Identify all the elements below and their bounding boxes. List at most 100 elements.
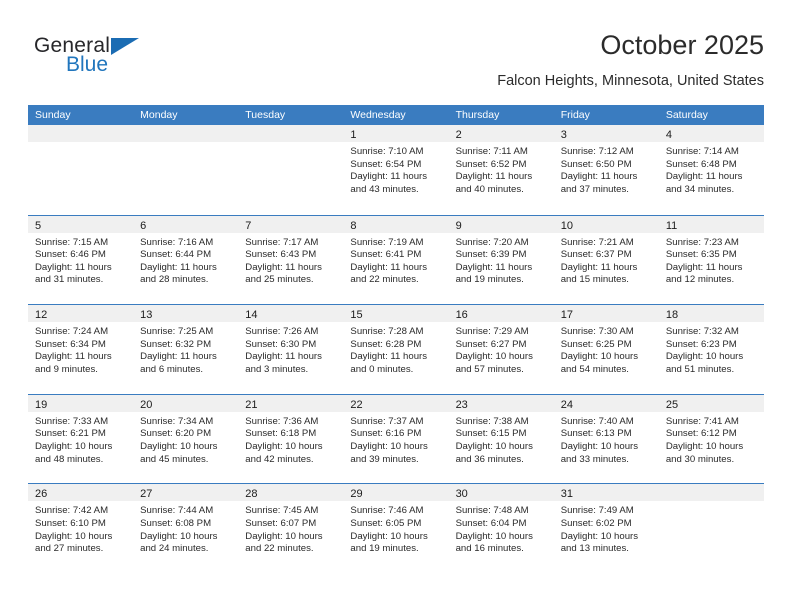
sunrise-text: Sunrise: 7:49 AM	[560, 505, 634, 517]
general-blue-logo[interactable]: General Blue	[34, 34, 174, 84]
daylight-text-line2: and 3 minutes.	[245, 363, 309, 375]
day-cell[interactable]: 3 Sunrise: 7:12 AM Sunset: 6:50 PM Daylight…	[553, 125, 659, 215]
day-info: Sunrise: 7:15 AM Sunset: 6:46 PM Daylight:…	[28, 233, 133, 287]
day-number-band: 6	[133, 215, 239, 233]
daylight-text-line2: and 34 minutes.	[665, 183, 735, 195]
day-cell[interactable]: 1 Sunrise: 7:10 AM Sunset: 6:54 PM Daylight…	[343, 125, 449, 215]
sunset-text: Sunset: 6:34 PM	[35, 338, 106, 350]
daylight-text-line1: Daylight: 11 hours	[245, 261, 322, 273]
day-cell[interactable]: 21 Sunrise: 7:36 AM Sunset: 6:18 PM Dayligh…	[238, 394, 344, 484]
day-number-band: 21	[238, 394, 344, 412]
sunrise-text: Sunrise: 7:41 AM	[665, 415, 739, 427]
day-cell[interactable]: 26 Sunrise: 7:42 AM Sunset: 6:10 PM Dayligh…	[28, 484, 134, 573]
day-cell[interactable]: 30 Sunrise: 7:48 AM Sunset: 6:04 PM Dayligh…	[448, 484, 554, 573]
day-info: Sunrise: 7:28 AM Sunset: 6:28 PM Daylight:…	[343, 322, 448, 376]
day-cell[interactable]: 19 Sunrise: 7:33 AM Sunset: 6:21 PM Dayligh…	[28, 394, 134, 484]
day-cell[interactable]: 9 Sunrise: 7:20 AM Sunset: 6:39 PM Daylight…	[448, 215, 554, 305]
day-cell[interactable]: 29 Sunrise: 7:46 AM Sunset: 6:05 PM Dayligh…	[343, 484, 449, 573]
day-number: 7	[245, 219, 252, 232]
day-info: Sunrise: 7:36 AM Sunset: 6:18 PM Daylight:…	[238, 412, 343, 466]
day-cell[interactable]: 8 Sunrise: 7:19 AM Sunset: 6:41 PM Daylight…	[343, 215, 449, 305]
sunset-text: Sunset: 6:23 PM	[665, 338, 737, 350]
sunset-text: Sunset: 6:50 PM	[560, 158, 632, 170]
day-cell[interactable]: 18 Sunrise: 7:32 AM Sunset: 6:23 PM Dayligh…	[658, 305, 764, 394]
day-info: Sunrise: 7:38 AM Sunset: 6:15 PM Daylight:…	[449, 412, 554, 466]
daylight-text-line2: and 45 minutes.	[140, 453, 209, 465]
day-number-band: 4	[658, 125, 764, 142]
daylight-text-line1: Daylight: 10 hours	[35, 530, 113, 542]
daylight-text-line2: and 25 minutes.	[245, 274, 314, 286]
daylight-text-line2: and 31 minutes.	[35, 274, 104, 286]
day-cell[interactable]: 16 Sunrise: 7:29 AM Sunset: 6:27 PM Dayligh…	[448, 305, 554, 394]
daylight-text-line1: Daylight: 10 hours	[455, 440, 533, 452]
day-number-band: 26	[28, 484, 134, 502]
sunset-text: Sunset: 6:15 PM	[455, 428, 527, 440]
day-info: Sunrise: 7:48 AM Sunset: 6:04 PM Daylight:…	[449, 501, 554, 555]
day-info: Sunrise: 7:42 AM Sunset: 6:10 PM Daylight:…	[28, 501, 133, 555]
day-number: 4	[665, 129, 672, 141]
day-cell[interactable]: 17 Sunrise: 7:30 AM Sunset: 6:25 PM Dayligh…	[553, 305, 659, 394]
daylight-text-line1: Daylight: 11 hours	[350, 351, 428, 363]
daylight-text-line1: Daylight: 11 hours	[140, 261, 217, 273]
day-cell[interactable]: 20 Sunrise: 7:34 AM Sunset: 6:20 PM Dayligh…	[133, 394, 239, 484]
title-block: October 2025 Falcon Heights, Minnesota, …	[497, 28, 764, 91]
day-number: 5	[35, 219, 42, 232]
day-cell[interactable]: 14 Sunrise: 7:26 AM Sunset: 6:30 PM Dayligh…	[238, 305, 344, 394]
day-cell[interactable]: 7 Sunrise: 7:17 AM Sunset: 6:43 PM Daylight…	[238, 215, 344, 305]
daylight-text-line2: and 57 minutes.	[455, 363, 524, 375]
day-info: Sunrise: 7:40 AM Sunset: 6:13 PM Daylight:…	[554, 412, 659, 466]
day-info: Sunrise: 7:11 AM Sunset: 6:52 PM Daylight:…	[449, 142, 554, 196]
day-cell[interactable]: 5 Sunrise: 7:15 AM Sunset: 6:46 PM Daylight…	[28, 215, 134, 305]
calendar-weeks: 1 Sunrise: 7:10 AM Sunset: 6:54 PM Daylight…	[28, 125, 764, 573]
sunset-text: Sunset: 6:21 PM	[35, 428, 106, 440]
day-cell[interactable]: 13 Sunrise: 7:25 AM Sunset: 6:32 PM Dayligh…	[133, 305, 239, 394]
daylight-text-line1: Daylight: 10 hours	[560, 351, 639, 363]
day-info: Sunrise: 7:26 AM Sunset: 6:30 PM Daylight:…	[238, 322, 343, 376]
calendar-week-row: 26 Sunrise: 7:42 AM Sunset: 6:10 PM Dayligh…	[28, 483, 764, 573]
daylight-text-line1: Daylight: 10 hours	[140, 440, 218, 452]
day-number: 29	[350, 488, 363, 501]
day-number-band: 20	[133, 394, 239, 412]
day-cell[interactable]: 25 Sunrise: 7:41 AM Sunset: 6:12 PM Dayligh…	[658, 394, 764, 484]
daylight-text-line2: and 48 minutes.	[35, 453, 104, 465]
day-cell[interactable]: 10 Sunrise: 7:21 AM Sunset: 6:37 PM Dayligh…	[553, 215, 659, 305]
day-cell[interactable]: 27 Sunrise: 7:44 AM Sunset: 6:08 PM Dayligh…	[133, 484, 239, 573]
day-cell[interactable]: 22 Sunrise: 7:37 AM Sunset: 6:16 PM Dayligh…	[343, 394, 449, 484]
weekday-header-tuesday: Tuesday	[245, 109, 286, 121]
day-info	[28, 142, 133, 146]
day-cell[interactable]: 4 Sunrise: 7:14 AM Sunset: 6:48 PM Daylight…	[658, 125, 764, 215]
day-cell[interactable]: 24 Sunrise: 7:40 AM Sunset: 6:13 PM Dayligh…	[553, 394, 659, 484]
sunrise-text: Sunrise: 7:46 AM	[350, 505, 424, 517]
day-number-band: 25	[658, 394, 764, 412]
day-cell[interactable]: 12 Sunrise: 7:24 AM Sunset: 6:34 PM Dayligh…	[28, 305, 134, 394]
day-cell[interactable]: 28 Sunrise: 7:45 AM Sunset: 6:07 PM Dayligh…	[238, 484, 344, 573]
day-number: 11	[665, 219, 678, 232]
daylight-text-line1: Daylight: 11 hours	[455, 171, 533, 183]
daylight-text-line2: and 39 minutes.	[350, 453, 419, 465]
sunset-text: Sunset: 6:46 PM	[35, 249, 106, 261]
day-info	[238, 142, 343, 146]
day-cell[interactable]: 2 Sunrise: 7:11 AM Sunset: 6:52 PM Daylight…	[448, 125, 554, 215]
day-info: Sunrise: 7:46 AM Sunset: 6:05 PM Daylight:…	[343, 501, 448, 555]
daylight-text-line1: Daylight: 11 hours	[560, 171, 638, 183]
day-number-band	[238, 125, 344, 142]
day-number-band: 23	[448, 394, 554, 412]
day-cell[interactable]: 15 Sunrise: 7:28 AM Sunset: 6:28 PM Dayligh…	[343, 305, 449, 394]
calendar-page: General Blue October 2025 Falcon Heights…	[0, 0, 792, 612]
daylight-text-line1: Daylight: 11 hours	[665, 171, 743, 183]
day-cell[interactable]: 31 Sunrise: 7:49 AM Sunset: 6:02 PM Dayligh…	[553, 484, 659, 573]
day-cell[interactable]: 23 Sunrise: 7:38 AM Sunset: 6:15 PM Dayligh…	[448, 394, 554, 484]
daylight-text-line1: Daylight: 11 hours	[245, 351, 322, 363]
day-cell[interactable]: 6 Sunrise: 7:16 AM Sunset: 6:44 PM Daylight…	[133, 215, 239, 305]
calendar-week-row: 5 Sunrise: 7:15 AM Sunset: 6:46 PM Daylight…	[28, 214, 764, 305]
day-number-band: 16	[448, 305, 554, 323]
sunrise-text: Sunrise: 7:40 AM	[560, 415, 634, 427]
sunrise-text: Sunrise: 7:15 AM	[35, 236, 109, 248]
day-number: 24	[560, 398, 573, 411]
day-cell[interactable]: 11 Sunrise: 7:23 AM Sunset: 6:35 PM Dayligh…	[658, 215, 764, 305]
daylight-text-line1: Daylight: 10 hours	[35, 440, 113, 452]
daylight-text-line2: and 22 minutes.	[350, 274, 419, 286]
daylight-text-line1: Daylight: 10 hours	[455, 530, 533, 542]
day-info: Sunrise: 7:14 AM Sunset: 6:48 PM Daylight:…	[659, 142, 764, 196]
day-number: 20	[140, 398, 153, 411]
